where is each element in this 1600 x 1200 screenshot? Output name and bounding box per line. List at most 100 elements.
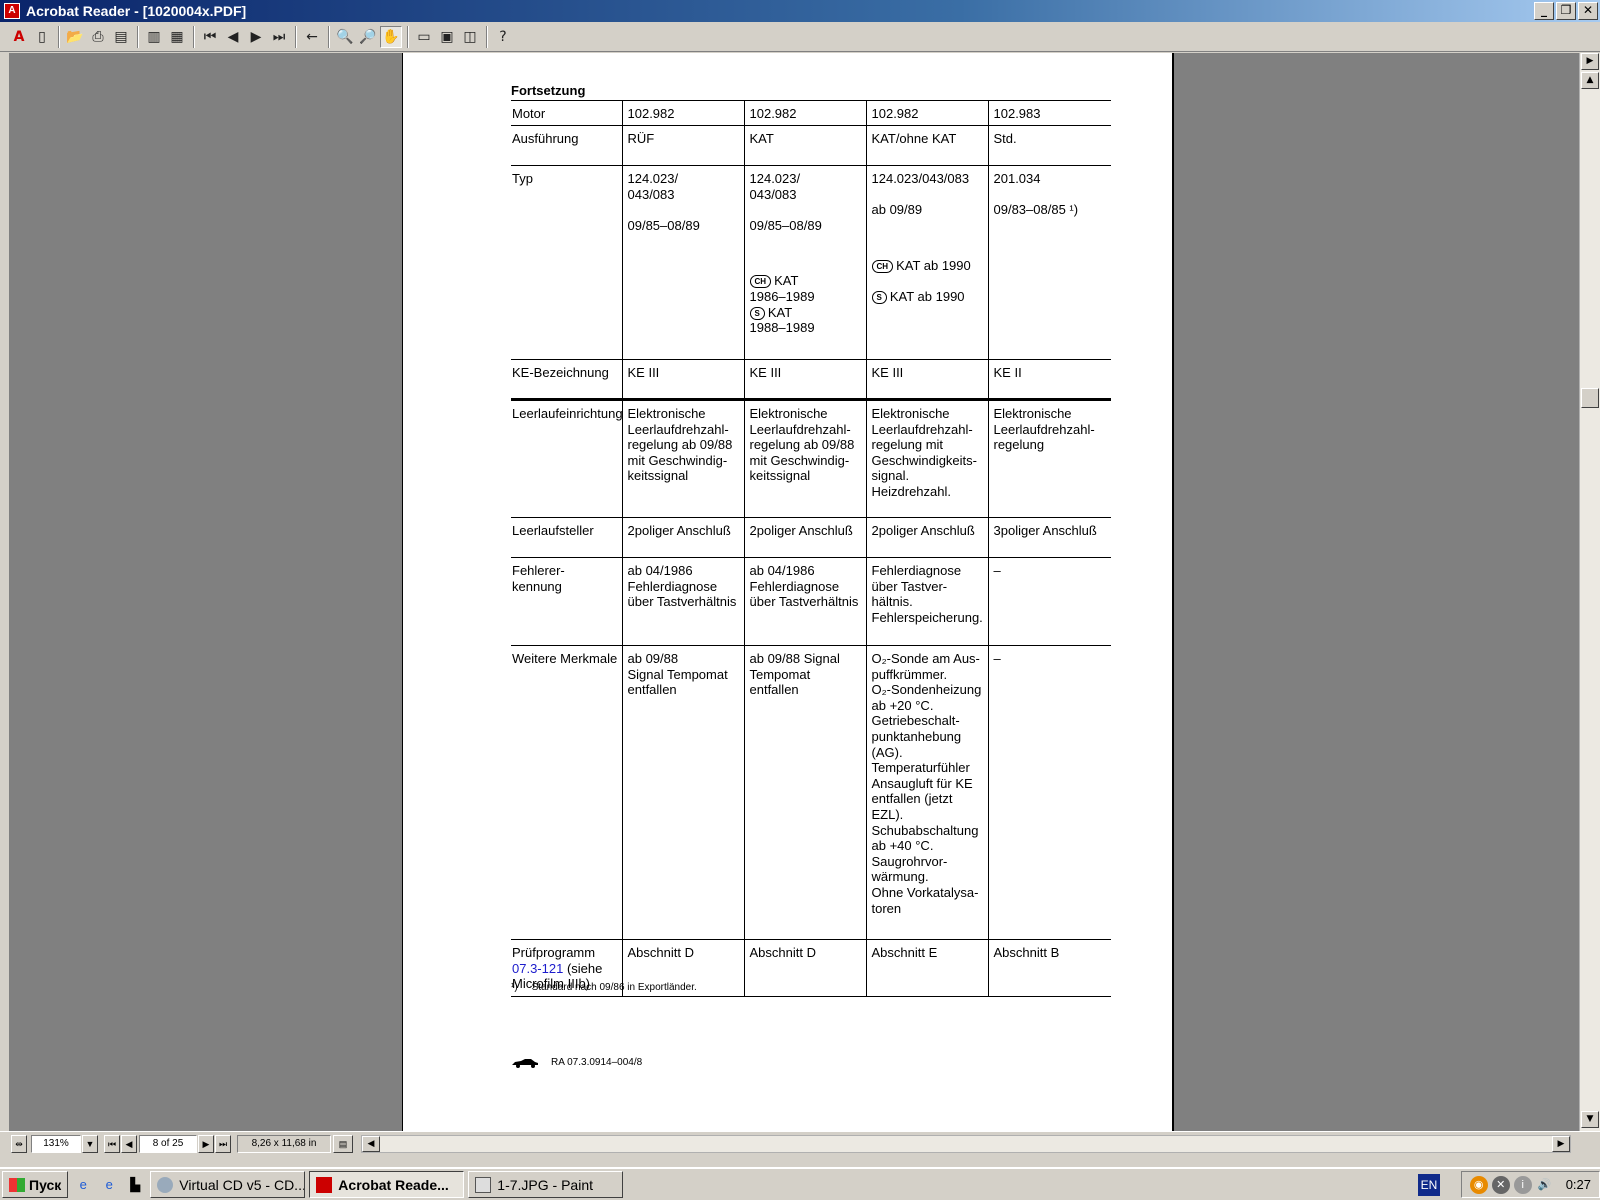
scroll-up-arrow-icon[interactable]: ▲ [1581, 72, 1599, 89]
country-note: S KAT 1988–1989 [749, 305, 865, 336]
clock: 0:27 [1565, 1177, 1591, 1192]
tray-close-icon[interactable]: ✕ [1491, 1175, 1510, 1194]
pages-icon[interactable]: ▥ [143, 26, 165, 48]
windows-logo-icon [9, 1177, 25, 1192]
fit-page-icon[interactable]: ▣ [436, 26, 458, 48]
help-icon[interactable]: ? [492, 26, 514, 48]
table-cell: RÜF [621, 125, 744, 166]
close-button[interactable]: ✕ [1578, 2, 1598, 20]
system-tray: ◉ ✕ i 🔊 0:27 [1460, 1171, 1600, 1198]
next-page-icon[interactable]: ▶ [245, 26, 267, 48]
row-label: Leerlaufeinrichtung [511, 398, 623, 518]
hand-tool-icon[interactable]: ✋ [380, 25, 402, 48]
go-back-icon[interactable]: ← [301, 26, 323, 48]
ie-icon[interactable]: e [98, 1174, 120, 1196]
table-cell: Elektronische Leerlaufdrehzahl- regelung… [865, 398, 988, 518]
first-page-icon[interactable]: ⏮ [199, 26, 221, 48]
first-page-button[interactable]: ⏮ [104, 1135, 120, 1153]
open-icon[interactable]: 📂 [64, 26, 86, 48]
table-row: Typ 124.023/ 043/083 09/85–08/89 124.023… [511, 165, 1111, 360]
prev-page-button[interactable]: ◀ [121, 1135, 137, 1153]
table-cell: – [987, 645, 1111, 940]
table-cell: 102.982 [621, 100, 744, 126]
table-cell: 124.023/ 043/083 09/85–08/89 [621, 165, 744, 360]
page-size-readout: 8,26 x 11,68 in [237, 1135, 331, 1153]
zoom-in-icon[interactable]: 🔎 [357, 26, 379, 48]
next-page-button[interactable]: ▶ [198, 1135, 214, 1153]
toolbar: A ▯ 📂 ⎙ ▤ ▥ ▦ ⏮ ◀ ▶ ⏭ ← 🔍 🔎 ✋ ▭ ▣ ◫ ? [0, 22, 1600, 52]
table-cell: 124.023/ 043/083 09/85–08/89 CH KAT 1986–… [743, 165, 866, 360]
table-cell: Abschnitt E [865, 939, 988, 997]
scroll-thumb[interactable] [1581, 388, 1599, 408]
stack-icon[interactable]: ▦ [166, 26, 188, 48]
vertical-scrollbar[interactable]: ▶ ▲ ▼ [1579, 53, 1600, 1131]
row-label: Motor [511, 100, 622, 126]
ie-icon[interactable]: e [72, 1174, 94, 1196]
note-text: KAT ab 1990 [889, 289, 965, 305]
properties-icon[interactable]: ▤ [110, 26, 132, 48]
row-label: Typ [511, 165, 622, 360]
start-button[interactable]: Пуск [2, 1171, 69, 1198]
show-desktop-icon[interactable]: ▙ [124, 1174, 146, 1196]
zoom-out-icon[interactable]: 🔍 [334, 26, 356, 48]
zoom-field[interactable]: 131% [31, 1135, 81, 1153]
title-bar: A Acrobat Reader - [1020004x.PDF] _ ❐ ✕ [0, 0, 1600, 22]
table-cell: KE II [987, 359, 1111, 400]
table-row: Motor 102.982 102.982 102.982 102.983 [511, 100, 1111, 126]
typ-text: 124.023/ 043/083 09/85–08/89 [749, 171, 822, 233]
pdf-page: Fortsetzung Motor 102.982 102.982 102.98… [402, 53, 1174, 1131]
table-row: KE-Bezeichnung KE III KE III KE III KE I… [511, 359, 1111, 400]
task-paint[interactable]: 1-7.JPG - Paint [468, 1171, 624, 1198]
scroll-down-arrow-icon[interactable]: ▼ [1581, 1111, 1599, 1128]
page-layout-icon[interactable]: ▤ [333, 1135, 353, 1153]
scroll-right-arrow-icon[interactable]: ▶ [1552, 1136, 1570, 1152]
bookmark-pane-icon[interactable]: ▯ [31, 26, 53, 48]
language-indicator[interactable]: EN [1418, 1174, 1440, 1196]
tray-app-icon[interactable]: ◉ [1469, 1175, 1488, 1194]
ch-badge: CH [749, 275, 772, 289]
table-row: Fehlerer- kennung ab 04/1986 Fehlerdiagn… [511, 557, 1111, 646]
split-icon[interactable]: ⇹ [11, 1135, 27, 1153]
table-cell: ab 09/88 Signal Tempomat entfallen [621, 645, 744, 940]
row-label: KE-Bezeichnung [511, 359, 622, 400]
acrobat-logo-icon[interactable]: A [8, 26, 30, 48]
page-next-arrow-icon[interactable]: ▶ [1581, 53, 1599, 70]
row-label: Leerlaufsteller [511, 517, 622, 558]
table-cell: 2poliger Anschluß [621, 517, 744, 558]
last-page-button[interactable]: ⏭ [215, 1135, 231, 1153]
acrobat-app-icon[interactable]: A [4, 3, 20, 19]
acrobat-icon [316, 1176, 333, 1193]
volume-icon[interactable]: 🔊 [1536, 1176, 1554, 1194]
minimize-button[interactable]: _ [1534, 2, 1554, 20]
document-viewport[interactable]: Fortsetzung Motor 102.982 102.982 102.98… [10, 53, 1579, 1131]
prev-page-icon[interactable]: ◀ [222, 26, 244, 48]
spec-table: Motor 102.982 102.982 102.982 102.983 Au… [511, 100, 1111, 997]
start-label: Пуск [29, 1176, 62, 1193]
last-page-icon[interactable]: ⏭ [268, 26, 290, 48]
footnote-text: Standard nach 09/86 in Exportländer. [531, 982, 697, 993]
fit-width-icon[interactable]: ◫ [459, 26, 481, 48]
table-cell: Elektronische Leerlaufdrehzahl- regelung [987, 398, 1111, 518]
actual-size-icon[interactable]: ▭ [413, 26, 435, 48]
row-label: Weitere Merkmale [511, 645, 622, 940]
doc-ref-text: RA 07.3.0914–004/8 [551, 1057, 643, 1068]
pruef-link[interactable]: 07.3-121 [512, 961, 563, 976]
cd-icon [157, 1176, 174, 1193]
print-icon[interactable]: ⎙ [87, 26, 109, 48]
horizontal-scrollbar[interactable]: ◀ ▶ [361, 1135, 1571, 1153]
document-reference: RA 07.3.0914–004/8 [511, 1057, 642, 1068]
restore-button[interactable]: ❐ [1556, 2, 1576, 20]
country-note: CH KAT 1986–1989 [749, 273, 865, 304]
table-cell: Elektronische Leerlaufdrehzahl- regelung… [621, 398, 744, 518]
scroll-left-arrow-icon[interactable]: ◀ [362, 1136, 380, 1152]
tray-info-icon[interactable]: i [1513, 1175, 1532, 1194]
table-row: Leerlaufsteller 2poliger Anschluß 2polig… [511, 517, 1111, 558]
page-number-field[interactable]: 8 of 25 [139, 1135, 197, 1153]
task-acrobat-reader[interactable]: Acrobat Reade... [309, 1171, 465, 1198]
zoom-dropdown-icon[interactable]: ▼ [82, 1135, 98, 1153]
footnote-mark: ¹) [511, 982, 518, 993]
navigation-pane-strip[interactable] [0, 53, 10, 1143]
table-cell: Elektronische Leerlaufdrehzahl- regelung… [743, 398, 866, 518]
country-note: S KAT ab 1990 [871, 289, 987, 305]
task-virtual-cd[interactable]: Virtual CD v5 - CD... [150, 1171, 306, 1198]
